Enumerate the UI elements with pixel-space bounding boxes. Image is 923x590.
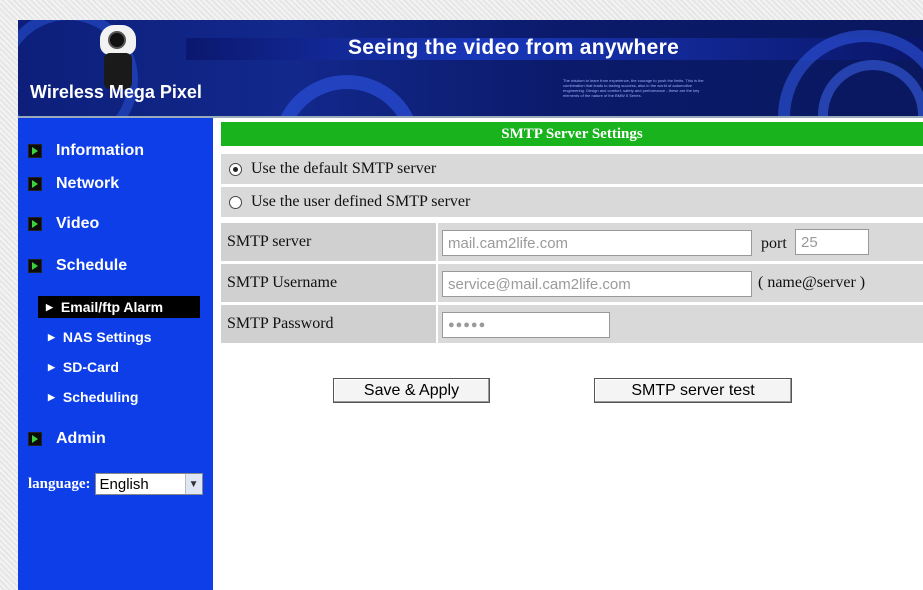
smtp-password-input[interactable]: ●●●●● — [442, 312, 610, 338]
banner-decor-arc — [273, 75, 421, 118]
sidebar-subitem-nas-settings[interactable]: ▶ NAS Settings — [48, 326, 152, 348]
smtp-username-cell: service@mail.cam2life.com ( name@server … — [438, 264, 923, 302]
sidebar-nav: Information Network Video Schedule ▶ Ema… — [18, 118, 213, 590]
sidebar-subitem-sd-card[interactable]: ▶ SD-Card — [48, 356, 119, 378]
brand-logo-text: Wireless Mega Pixel — [30, 82, 202, 102]
smtp-server-row: SMTP server mail.cam2life.com port 25 — [221, 223, 923, 261]
sidebar-item-label: Video — [56, 215, 100, 232]
save-apply-button[interactable]: Save & Apply — [333, 378, 490, 403]
arrow-box-icon — [28, 144, 42, 158]
radio-row-user-smtp[interactable]: Use the user defined SMTP server — [221, 187, 923, 217]
language-label: language: — [28, 475, 91, 492]
sidebar-item-video[interactable]: Video — [28, 213, 99, 235]
smtp-server-input[interactable]: mail.cam2life.com — [442, 230, 752, 256]
smtp-password-cell: ●●●●● — [438, 305, 923, 343]
sidebar-subitem-email-ftp-alarm[interactable]: ▶ Email/ftp Alarm — [38, 296, 200, 318]
smtp-username-input[interactable]: service@mail.cam2life.com — [442, 271, 752, 297]
header-banner: Seeing the video from anywhere Wireless … — [18, 20, 923, 118]
camera-admin-page: Seeing the video from anywhere Wireless … — [18, 20, 923, 590]
section-title: SMTP Server Settings — [221, 122, 923, 146]
sidebar-item-label: Schedule — [56, 257, 128, 274]
smtp-server-label: SMTP server — [221, 223, 436, 261]
chevron-down-icon[interactable]: ▼ — [184, 474, 202, 494]
sidebar-item-admin[interactable]: Admin — [28, 428, 106, 450]
radio-user-smtp[interactable] — [229, 195, 242, 209]
sidebar-item-network[interactable]: Network — [28, 173, 119, 195]
username-format-hint: ( name@server ) — [758, 274, 866, 291]
arrow-box-icon — [28, 259, 42, 273]
sidebar-subitem-label: NAS Settings — [62, 329, 152, 345]
language-selected-value: English — [99, 475, 149, 493]
radio-row-default-smtp[interactable]: Use the default SMTP server — [221, 154, 923, 184]
port-input[interactable]: 25 — [795, 229, 869, 255]
language-selector-row: language: English ▼ — [28, 473, 203, 495]
banner-fine-print: The wisdom to learn from experience, the… — [563, 78, 704, 98]
triangle-right-icon: ▶ — [46, 301, 53, 312]
sidebar-subitem-scheduling[interactable]: ▶ Scheduling — [48, 386, 138, 408]
smtp-username-row: SMTP Username service@mail.cam2life.com … — [221, 264, 923, 302]
sidebar-item-label: Information — [56, 142, 144, 159]
smtp-password-label: SMTP Password — [221, 305, 436, 343]
radio-default-label: Use the default SMTP server — [251, 160, 437, 177]
sidebar-subitem-label: Email/ftp Alarm — [60, 299, 164, 315]
radio-user-label: Use the user defined SMTP server — [251, 193, 471, 210]
arrow-box-icon — [28, 177, 42, 191]
port-label: port — [761, 235, 787, 252]
triangle-right-icon: ▶ — [48, 391, 55, 402]
arrow-box-icon — [28, 217, 42, 231]
smtp-server-cell: mail.cam2life.com port 25 — [438, 223, 923, 261]
smtp-username-label: SMTP Username — [221, 264, 436, 302]
sidebar-subitem-label: Scheduling — [62, 389, 139, 405]
banner-headline: Seeing the video from anywhere — [348, 36, 680, 59]
sidebar-item-schedule[interactable]: Schedule — [28, 255, 127, 277]
radio-default-smtp[interactable] — [229, 162, 242, 176]
sidebar-item-label: Network — [56, 175, 120, 192]
smtp-password-row: SMTP Password ●●●●● — [221, 305, 923, 343]
triangle-right-icon: ▶ — [48, 331, 55, 342]
language-select[interactable]: English ▼ — [94, 473, 203, 495]
sidebar-subitem-label: SD-Card — [62, 359, 119, 375]
sidebar-item-information[interactable]: Information — [28, 140, 144, 162]
triangle-right-icon: ▶ — [48, 361, 55, 372]
arrow-box-icon — [28, 432, 42, 446]
smtp-server-test-button[interactable]: SMTP server test — [594, 378, 792, 403]
sidebar-item-label: Admin — [56, 430, 106, 447]
